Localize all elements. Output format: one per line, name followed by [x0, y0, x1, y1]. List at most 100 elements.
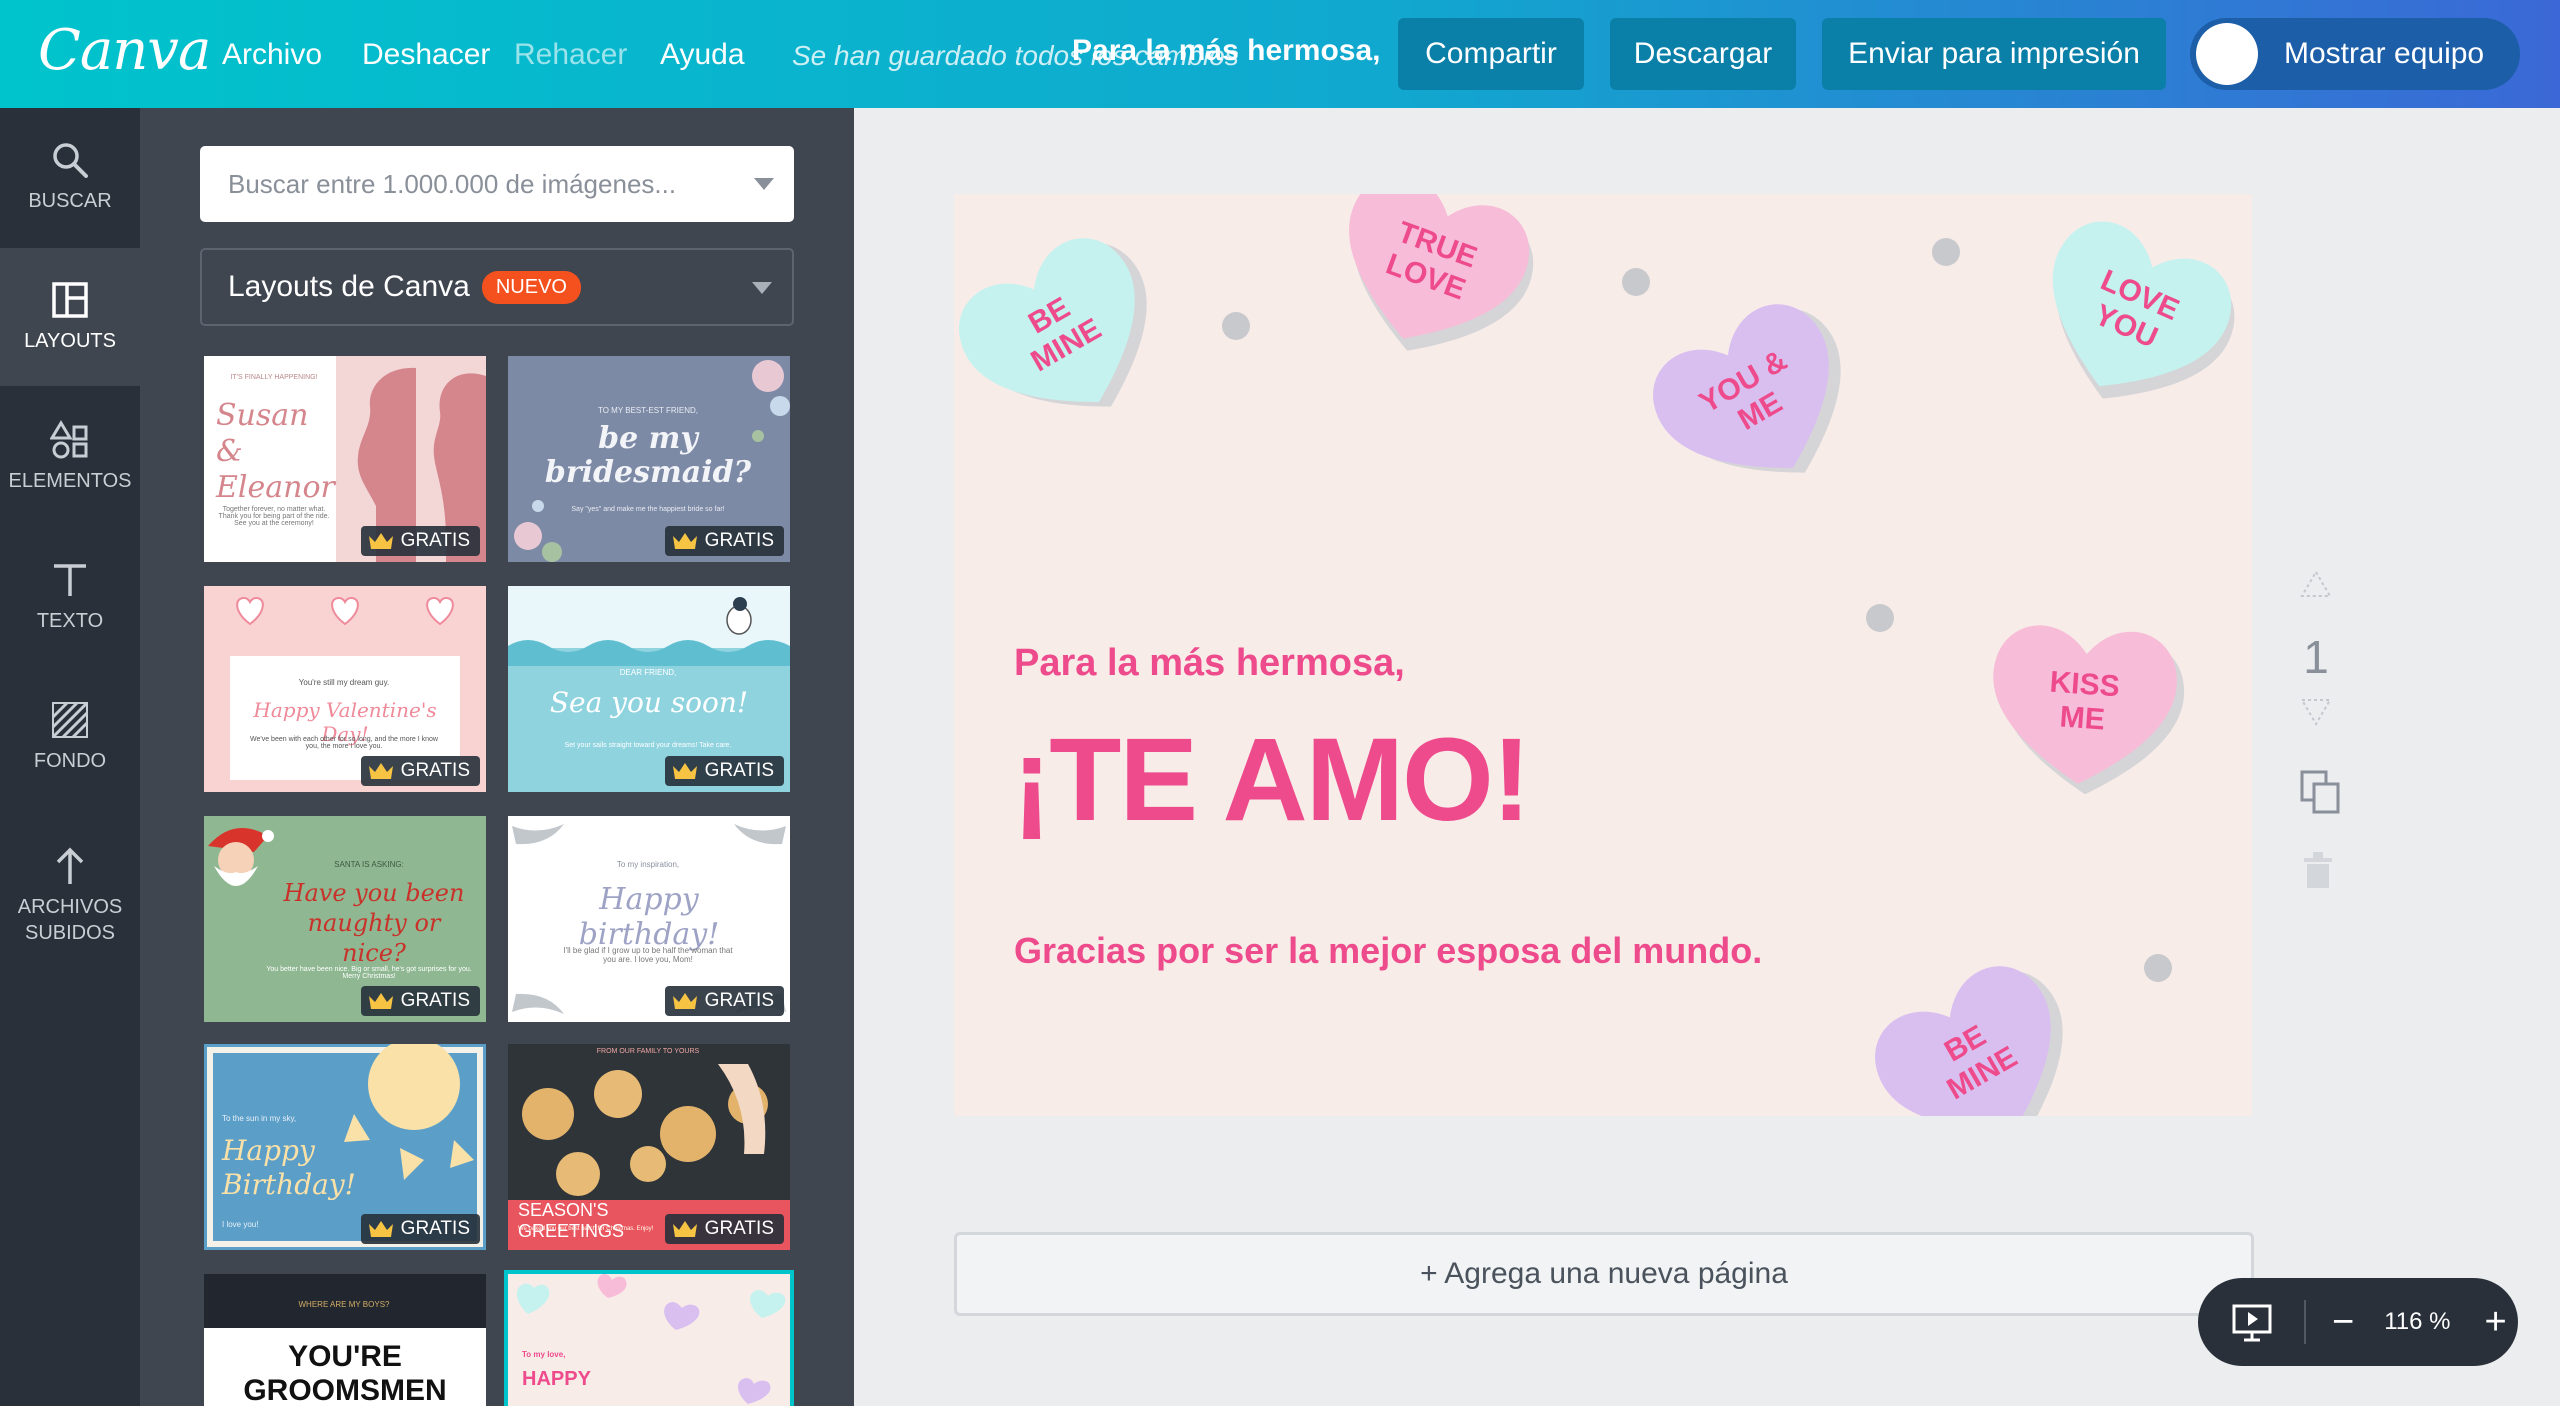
- nav-label: FONDO: [33, 750, 107, 772]
- zoom-controls: − 116 % +: [2198, 1278, 2518, 1366]
- nav-layouts[interactable]: LAYOUTS: [0, 248, 140, 386]
- page-number: 1: [2303, 631, 2329, 683]
- zoom-in-button[interactable]: +: [2484, 1303, 2506, 1341]
- print-button[interactable]: Enviar para impresión: [1822, 18, 2166, 90]
- top-bar: Canva Archivo Deshacer Rehacer Ayuda Se …: [0, 0, 2560, 108]
- template-thumbnail[interactable]: DEAR FRIEND, Sea you soon! Set your sail…: [508, 586, 790, 792]
- free-label: GRATIS: [704, 1218, 774, 1239]
- template-body: I'll be glad if I grow up to be half the…: [563, 946, 733, 964]
- share-button[interactable]: Compartir: [1398, 18, 1584, 90]
- nav-text[interactable]: TEXTO: [0, 528, 140, 666]
- template-thumbnail[interactable]: SANTA IS ASKING: Have you been naughty o…: [204, 816, 486, 1022]
- zoom-level[interactable]: 116 %: [2384, 1308, 2450, 1336]
- nav-label: TEXTO: [36, 610, 104, 632]
- template-thumbnail[interactable]: IT'S FINALLY HAPPENING! Susan & Eleanor …: [204, 356, 486, 562]
- nav-label: SUBIDOS: [24, 922, 116, 944]
- undo-button[interactable]: Deshacer: [362, 38, 490, 72]
- present-button[interactable]: [2222, 1292, 2282, 1352]
- template-thumbnail[interactable]: TO MY BEST-EST FRIEND, be my bridesmaid?…: [508, 356, 790, 562]
- crown-icon: [672, 763, 697, 779]
- template-thumbnail[interactable]: To the sun in my sky, Happy Birthday! I …: [204, 1044, 486, 1250]
- template-thumbnail[interactable]: FROM OUR FAMILY TO YOURS SEASON'S GREETI…: [508, 1044, 790, 1250]
- move-page-down-icon[interactable]: [2300, 698, 2332, 726]
- candy-heart-true-love[interactable]: TRUE LOVE: [1324, 194, 1544, 354]
- free-label: GRATIS: [704, 760, 774, 781]
- new-badge: NUEVO: [481, 270, 581, 304]
- candy-heart-love-you[interactable]: LOVE YOU: [2026, 204, 2246, 404]
- file-menu[interactable]: Archivo: [222, 38, 322, 72]
- template-script-title: Sea you soon!: [549, 686, 749, 719]
- add-page-button[interactable]: + Agrega una nueva página: [954, 1232, 2254, 1316]
- duplicate-page-icon[interactable]: [2300, 770, 2340, 814]
- nav-search[interactable]: BUSCAR: [0, 108, 140, 246]
- free-label: GRATIS: [400, 990, 470, 1011]
- candy-heart-be-mine[interactable]: BE MINE: [954, 224, 1164, 424]
- candy-heart-be-mine-2[interactable]: BE MINE: [1860, 952, 2080, 1116]
- template-pretitle: IT'S FINALLY HAPPENING!: [230, 374, 318, 381]
- show-team-toggle[interactable]: Mostrar equipo: [2190, 18, 2520, 90]
- hearts-border-graphic: [236, 596, 454, 626]
- toggle-knob: [2196, 23, 2258, 85]
- template-script-title: YOU'RE GROOMSMEN: [243, 1340, 447, 1406]
- search-input[interactable]: [200, 146, 740, 222]
- zoom-out-button[interactable]: −: [2332, 1303, 2354, 1341]
- template-script-title: Happy Birthday!: [222, 1134, 356, 1201]
- decor-dot: [1866, 604, 1894, 632]
- help-menu[interactable]: Ayuda: [660, 38, 745, 72]
- canva-logo[interactable]: Canva: [38, 18, 211, 83]
- template-script-title: be my bridesmaid?: [544, 421, 752, 490]
- nav-label: BUSCAR: [28, 190, 112, 212]
- template-script-title: Susan & Eleanor: [216, 398, 335, 505]
- template-body: We baked you our best batch for Christma…: [518, 1226, 654, 1232]
- template-thumbnail[interactable]: To my inspiration, Happy birthday! I'll …: [508, 816, 790, 1022]
- layouts-panel: Layouts de Canva NUEVO IT'S FINALLY HAPP…: [140, 108, 854, 1406]
- template-pretitle: To my love,: [522, 1350, 566, 1359]
- layouts-select-label: Layouts de Canva: [228, 270, 470, 303]
- crown-icon: [368, 533, 393, 549]
- template-thumbnail[interactable]: WHERE ARE MY BOYS? YOU'RE GROOMSMEN: [204, 1274, 486, 1406]
- decor-dot: [1932, 238, 1960, 266]
- template-script-title: Happy birthday!: [578, 882, 720, 952]
- template-script-title: Have you been naughty or nice?: [283, 879, 465, 967]
- delete-page-icon[interactable]: [2302, 852, 2334, 888]
- document-title[interactable]: Para la más hermosa,: [1072, 34, 1381, 68]
- nav-elements[interactable]: ELEMENTOS: [0, 388, 140, 526]
- text-icon: [54, 564, 86, 596]
- design-greeting-text[interactable]: Para la más hermosa,: [1014, 642, 1405, 685]
- nav-background[interactable]: FONDO: [0, 668, 140, 806]
- search-box[interactable]: [200, 146, 794, 222]
- candy-heart-you-me[interactable]: YOU & ME: [1638, 290, 1858, 490]
- chevron-down-icon[interactable]: [754, 178, 774, 190]
- template-thumbnail-selected[interactable]: To my love, HAPPY: [504, 1270, 794, 1406]
- template-thumbnail[interactable]: You're still my dream guy. Happy Valenti…: [204, 586, 486, 792]
- download-button[interactable]: Descargar: [1610, 18, 1796, 90]
- move-page-up-icon[interactable]: [2300, 570, 2332, 598]
- heart-text-line2: ME: [2059, 700, 2106, 736]
- free-badge: GRATIS: [664, 756, 784, 786]
- design-subline-text[interactable]: Gracias por ser la mejor esposa del mund…: [1014, 930, 1762, 972]
- layouts-select[interactable]: Layouts de Canva NUEVO: [200, 248, 794, 326]
- nav-label: ELEMENTOS: [8, 470, 132, 492]
- free-badge: GRATIS: [360, 756, 480, 786]
- free-label: GRATIS: [400, 1218, 470, 1239]
- nav-label: ARCHIVOS: [17, 896, 123, 918]
- free-label: GRATIS: [704, 990, 774, 1011]
- design-headline-text[interactable]: ¡TE AMO!: [1012, 712, 1531, 848]
- template-body: We've been with each other for so long, …: [250, 736, 438, 750]
- present-icon: [2232, 1304, 2272, 1342]
- nav-uploads[interactable]: ARCHIVOS SUBIDOS: [0, 816, 140, 976]
- template-pretitle: You're still my dream guy.: [298, 678, 390, 687]
- template-body: You better have been nice. Big or small,…: [266, 966, 472, 980]
- upload-icon: [56, 847, 84, 884]
- nav-label: LAYOUTS: [24, 330, 116, 352]
- design-canvas[interactable]: BE MINE TRUE LOVE YOU & ME LOVE YOU KISS…: [954, 194, 2252, 1116]
- template-pretitle: SANTA IS ASKING:: [334, 860, 404, 869]
- chevron-down-icon: [752, 282, 772, 294]
- crown-icon: [368, 1221, 393, 1237]
- redo-button[interactable]: Rehacer: [514, 38, 627, 72]
- candy-heart-kiss-me[interactable]: KISS ME: [1974, 594, 2194, 794]
- free-badge: GRATIS: [664, 986, 784, 1016]
- crown-icon: [672, 533, 697, 549]
- search-icon: [53, 143, 88, 178]
- template-pretitle: TO MY BEST-EST FRIEND,: [597, 406, 699, 415]
